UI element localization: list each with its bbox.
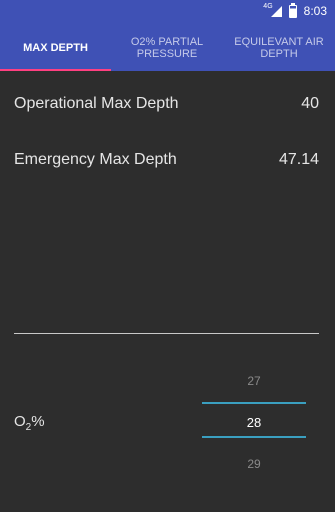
tab-label: MAX DEPTH — [23, 41, 88, 54]
operational-max-depth-label: Operational Max Depth — [14, 95, 179, 112]
emergency-max-depth-label: Emergency Max Depth — [14, 151, 177, 168]
tab-bar: MAX DEPTH O2% PARTIAL PRESSURE EQUILEVAN… — [0, 30, 335, 71]
tab-label: O2% PARTIAL PRESSURE — [130, 35, 204, 60]
o2-label-suffix: % — [31, 413, 45, 430]
emergency-max-depth-value: 47.14 — [278, 151, 319, 168]
picker-selected-value[interactable]: 28 — [202, 415, 306, 430]
o2-number-picker[interactable]: 27 28 29 — [202, 365, 306, 475]
picker-divider-bottom — [202, 436, 306, 438]
tab-o2-partial-pressure[interactable]: O2% PARTIAL PRESSURE — [111, 30, 223, 71]
status-clock: 8:03 — [303, 4, 327, 18]
status-icons: 4G 8:03 — [263, 2, 327, 19]
picker-next-value[interactable]: 29 — [202, 457, 306, 471]
operational-max-depth-value: 40 — [301, 95, 319, 112]
battery-icon — [288, 2, 297, 18]
network-type: 4G — [263, 2, 273, 10]
tab-indicator — [0, 69, 111, 71]
section-divider — [14, 333, 319, 334]
o2-label-main: O — [14, 413, 26, 430]
picker-divider-top — [202, 402, 306, 404]
tab-equivalent-air-depth[interactable]: EQUILEVANT AIR DEPTH — [223, 30, 335, 71]
o2-percent-label: O2% — [14, 413, 45, 433]
picker-previous-value[interactable]: 27 — [202, 374, 306, 388]
app-bar: 4G 8:03 MAX DEPTH O2% PARTIAL PRESSURE E… — [0, 0, 335, 71]
emergency-max-depth-row: Emergency Max Depth 47.14 — [14, 151, 319, 169]
tab-label: EQUILEVANT AIR DEPTH — [234, 35, 324, 60]
status-bar: 4G 8:03 — [0, 0, 335, 22]
tab-max-depth[interactable]: MAX DEPTH — [0, 30, 111, 71]
operational-max-depth-row: Operational Max Depth 40 — [14, 95, 319, 113]
